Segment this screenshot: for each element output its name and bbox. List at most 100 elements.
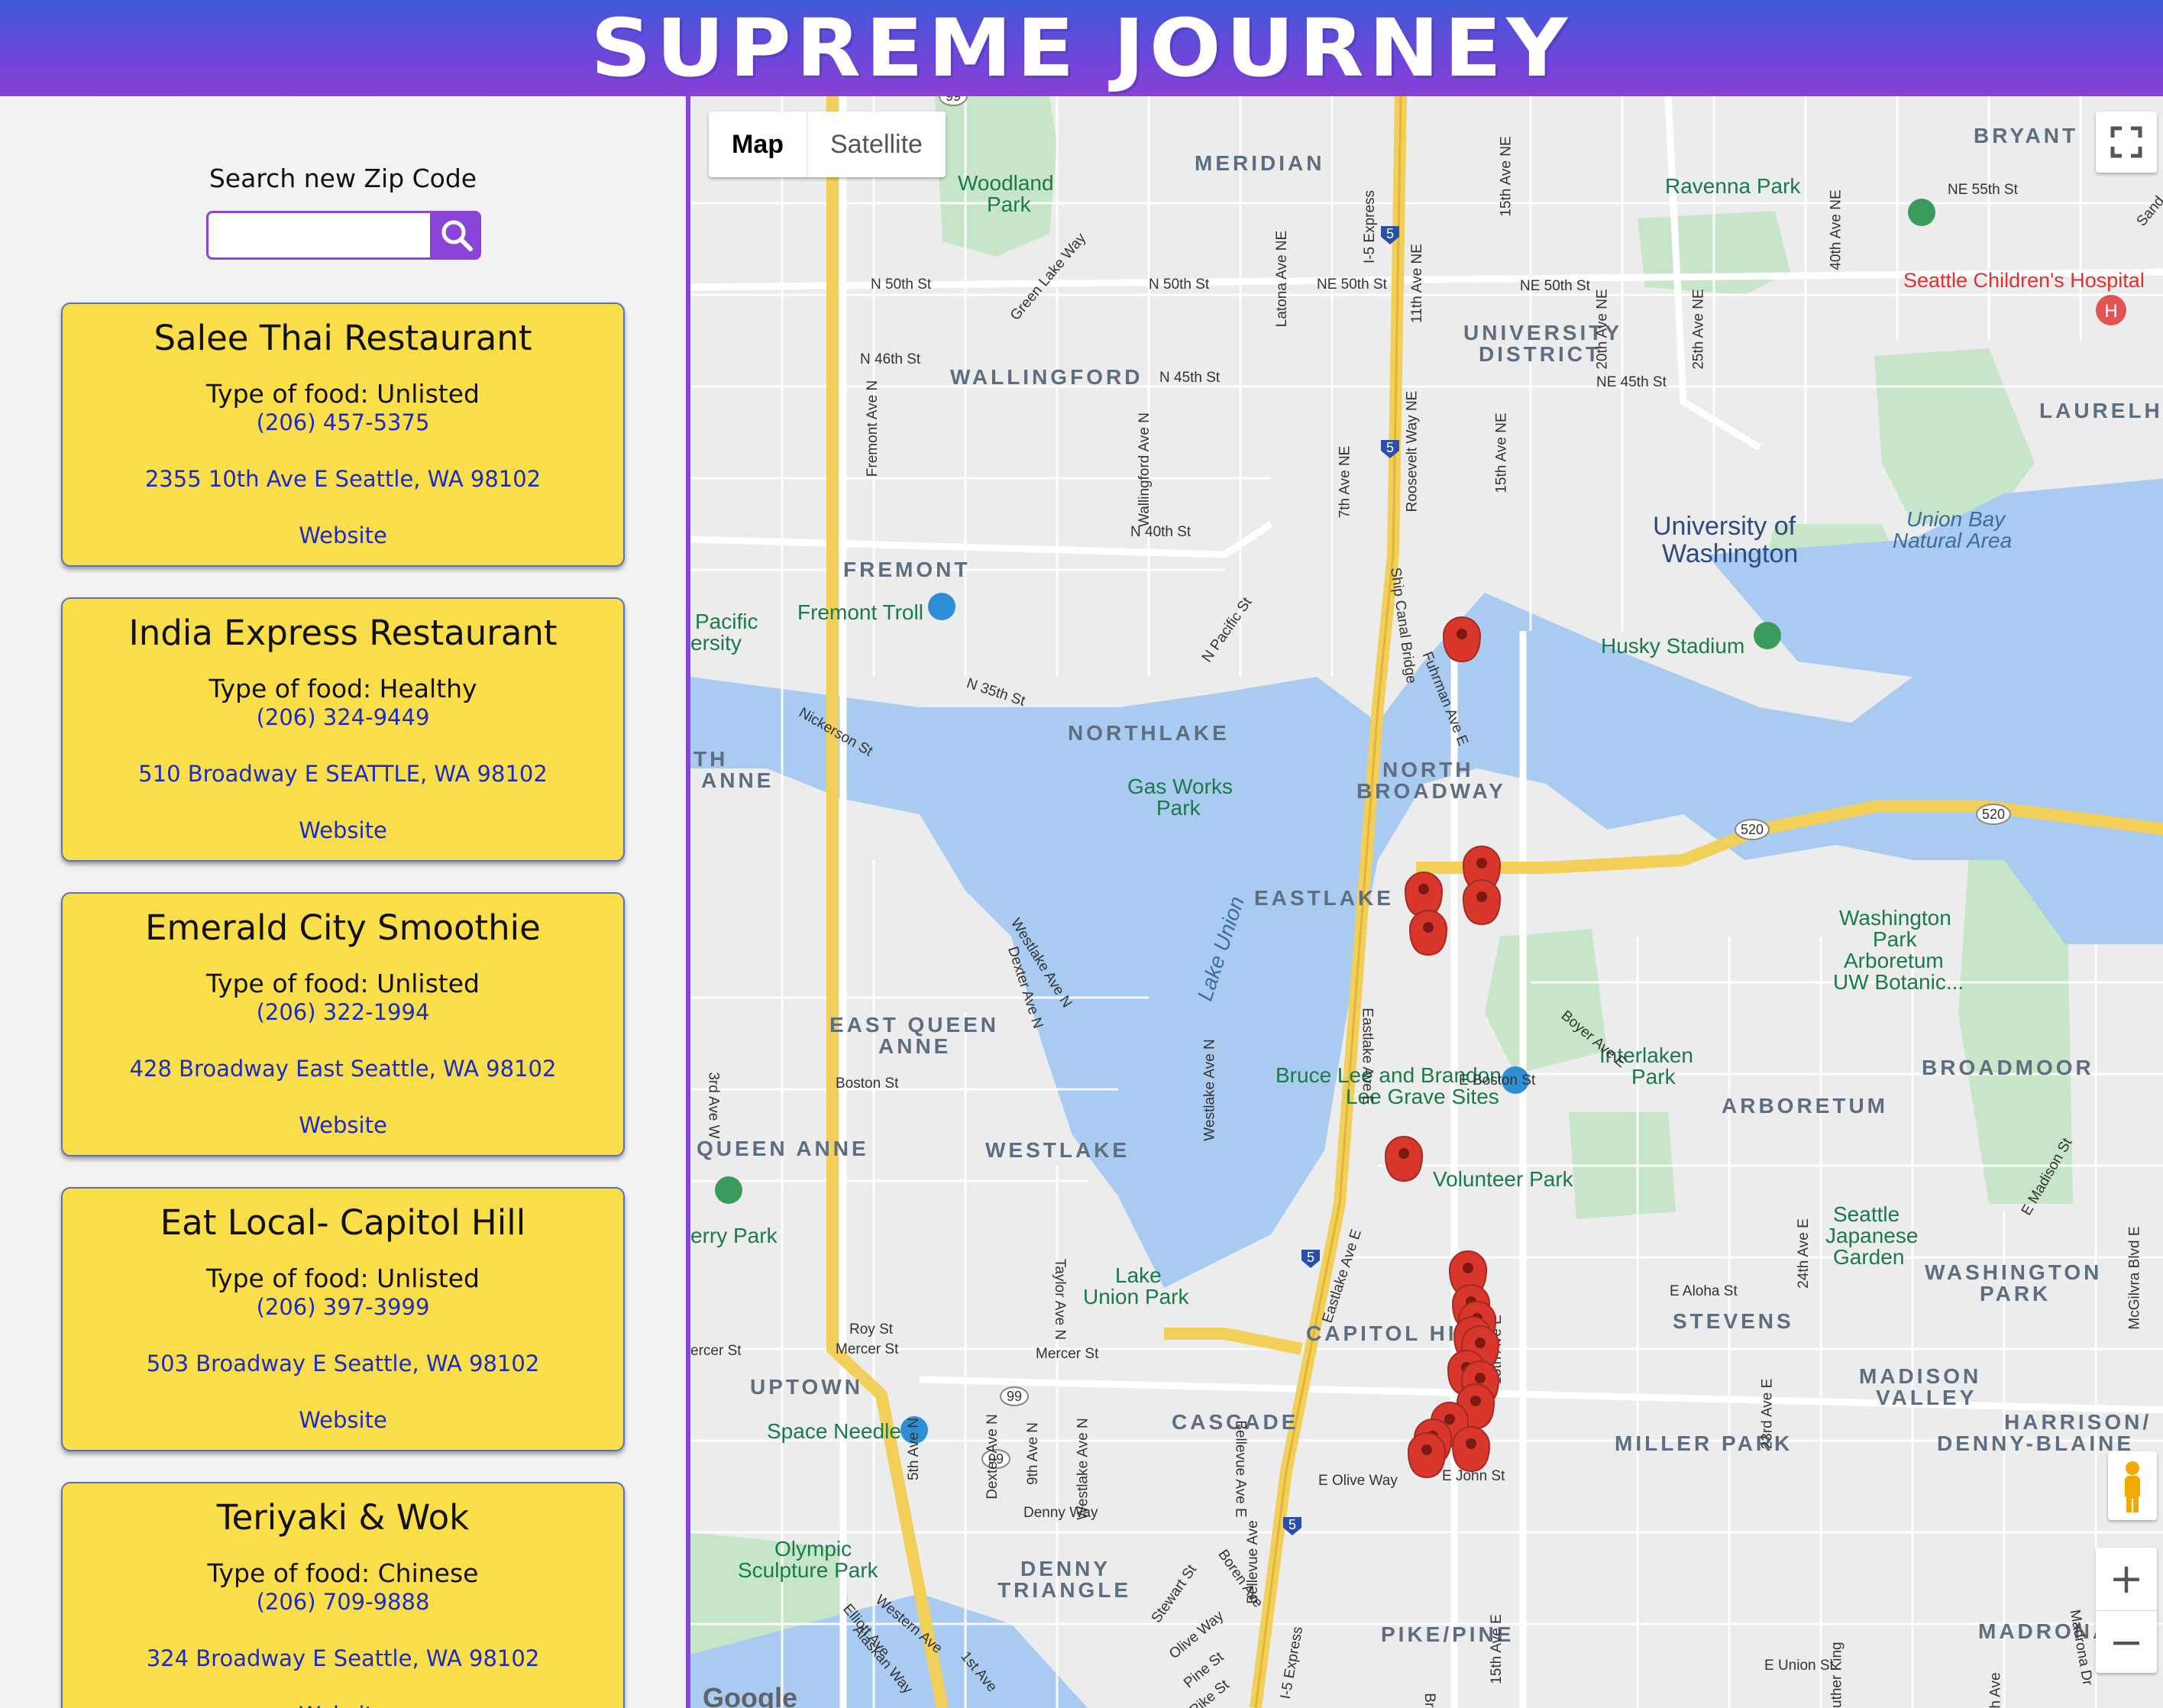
phone-link[interactable]: (206) 322-1994 (63, 999, 623, 1025)
svg-text:520: 520 (1741, 822, 1764, 837)
map-label: ANNE (878, 1034, 952, 1058)
street-label: 15th Ave NE (1498, 136, 1515, 217)
search-label: Search new Zip Code (209, 163, 477, 193)
search-button[interactable] (431, 211, 481, 260)
restaurant-card: Eat Local- Capitol Hill Type of food: Un… (61, 1187, 625, 1451)
zoom-control: + − (2096, 1548, 2157, 1673)
street-label: Mercer St (1036, 1346, 1099, 1362)
street-label: E Boston St (1459, 1072, 1536, 1089)
website-link[interactable]: Website (63, 1702, 623, 1708)
zip-search-input[interactable] (206, 211, 432, 260)
map-label: Union Park (1083, 1285, 1189, 1308)
google-logo: Google (703, 1682, 797, 1708)
map-label: DISTRICT (1479, 342, 1602, 366)
map-label: LAURELHU (2039, 399, 2163, 422)
street-label: ercer St (690, 1343, 742, 1359)
map-label: MADRONA (1978, 1619, 2112, 1643)
website-link[interactable]: Website (63, 817, 623, 843)
svg-text:520: 520 (1982, 807, 2005, 822)
street-label: Latona Ave NE (1274, 230, 1291, 328)
street-label: NE 45th St (1596, 374, 1667, 390)
address-link[interactable]: 510 Broadway E SEATTLE, WA 98102 (63, 761, 623, 787)
street-label: Taylor Ave N (1052, 1258, 1069, 1341)
map-view[interactable]: 5 5 5 5 99 99 99 520 520 H MERIDIAN WALL… (686, 96, 2163, 1708)
street-label: Westlake Ave N (1201, 1039, 1218, 1141)
website-link[interactable]: Website (63, 522, 623, 548)
park-pin-icon (1908, 199, 1935, 226)
map-label: BROADWAY (1356, 779, 1506, 803)
map-label: EASTLAKE (1254, 886, 1394, 910)
street-label: 11th Ave NE (1408, 244, 1425, 323)
map-label: FREMONT (843, 558, 971, 581)
restaurant-card: Teriyaki & Wok Type of food: Chinese (20… (61, 1482, 625, 1708)
svg-text:5: 5 (1386, 440, 1394, 455)
street-label: N 46th St (860, 351, 921, 367)
restaurant-name: India Express Restaurant (128, 613, 558, 653)
map-label: Natural Area (1893, 529, 2013, 552)
map-label: BRYANT (1974, 124, 2079, 147)
restaurant-card: Emerald City Smoothie Type of food: Unli… (61, 892, 625, 1156)
map-type-map-button[interactable]: Map (709, 112, 807, 177)
street-label: 40th Ave NE (1828, 189, 1845, 270)
restaurant-card: India Express Restaurant Type of food: H… (61, 597, 625, 862)
street-label: 25th Ave NE (1690, 289, 1707, 370)
restaurant-name: Teriyaki & Wok (216, 1497, 470, 1538)
street-label: 4th Ave (1987, 1672, 2004, 1708)
zoom-out-button[interactable]: − (2096, 1610, 2157, 1673)
phone-link[interactable]: (206) 324-9449 (63, 704, 623, 730)
address-link[interactable]: 503 Broadway E Seattle, WA 98102 (63, 1351, 623, 1376)
street-label: NE 55th St (1948, 182, 2018, 198)
stadium-pin-icon (1754, 622, 1781, 649)
street-label: 15th Ave E (1488, 1614, 1505, 1684)
street-label: Fremont Ave N (865, 380, 881, 477)
address-link[interactable]: 2355 10th Ave E Seattle, WA 98102 (63, 466, 623, 492)
svg-text:5: 5 (1288, 1517, 1296, 1532)
street-label: E Union St (1764, 1658, 1834, 1674)
map-label: Sculpture Park (738, 1558, 878, 1582)
map-label: Park (1156, 796, 1201, 820)
street-label: Wallingford Ave N (1136, 412, 1153, 527)
phone-link[interactable]: (206) 457-5375 (63, 409, 623, 435)
street-label: 9th Ave N (1025, 1422, 1042, 1486)
map-label: STEVENS (1673, 1309, 1794, 1333)
map-type-satellite-button[interactable]: Satellite (807, 112, 946, 177)
restaurant-name: Eat Local- Capitol Hill (160, 1202, 526, 1243)
map-label: ersity (690, 631, 742, 655)
map-label: Washington (1662, 539, 1799, 568)
website-link[interactable]: Website (63, 1112, 623, 1138)
restaurant-card: Salee Thai Restaurant Type of food: Unli… (61, 302, 625, 567)
park-pin-icon (715, 1176, 742, 1204)
sidebar: Search new Zip Code Salee Thai Restauran… (0, 96, 686, 1708)
map-label: Ravenna Park (1665, 174, 1801, 198)
svg-text:H: H (2104, 301, 2117, 322)
svg-text:99: 99 (1007, 1389, 1022, 1404)
street-label: E Olive Way (1318, 1473, 1398, 1489)
search-icon (441, 220, 473, 251)
street-label: I-5 Express (1362, 189, 1379, 264)
app-header: SUPREME JOURNEY (0, 0, 2163, 96)
map-label: PARK (1980, 1282, 2051, 1305)
phone-link[interactable]: (206) 397-3999 (63, 1294, 623, 1320)
fullscreen-button[interactable] (2096, 112, 2157, 173)
street-label: 3rd Ave W (705, 1072, 722, 1139)
map-label: Volunteer Park (1433, 1167, 1573, 1191)
map-label: Park (987, 192, 1031, 216)
street-label: 7th Ave NE (1337, 445, 1353, 519)
map-label: Park (1631, 1065, 1676, 1089)
restaurant-name: Emerald City Smoothie (145, 907, 541, 948)
street-label: Dexter Ave N (984, 1414, 1001, 1499)
website-link[interactable]: Website (63, 1407, 623, 1433)
street-view-pegman[interactable] (2108, 1451, 2157, 1520)
street-label: Boston St (836, 1076, 899, 1092)
street-label: McGilvra Blvd E (2126, 1226, 2143, 1330)
street-label: 5th Ave N (906, 1417, 923, 1481)
zoom-in-button[interactable]: + (2096, 1548, 2157, 1610)
address-link[interactable]: 324 Broadway E Seattle, WA 98102 (63, 1645, 623, 1671)
address-link[interactable]: 428 Broadway East Seattle, WA 98102 (63, 1056, 623, 1082)
street-label: 15th Ave E (1488, 1315, 1505, 1385)
street-label: N 45th St (1159, 370, 1221, 386)
map-label: Seattle Children's Hospital (1903, 269, 2145, 292)
map-label: ARBORETUM (1722, 1094, 1888, 1118)
pegman-icon (2125, 1461, 2140, 1512)
phone-link[interactable]: (206) 709-9888 (63, 1589, 623, 1615)
